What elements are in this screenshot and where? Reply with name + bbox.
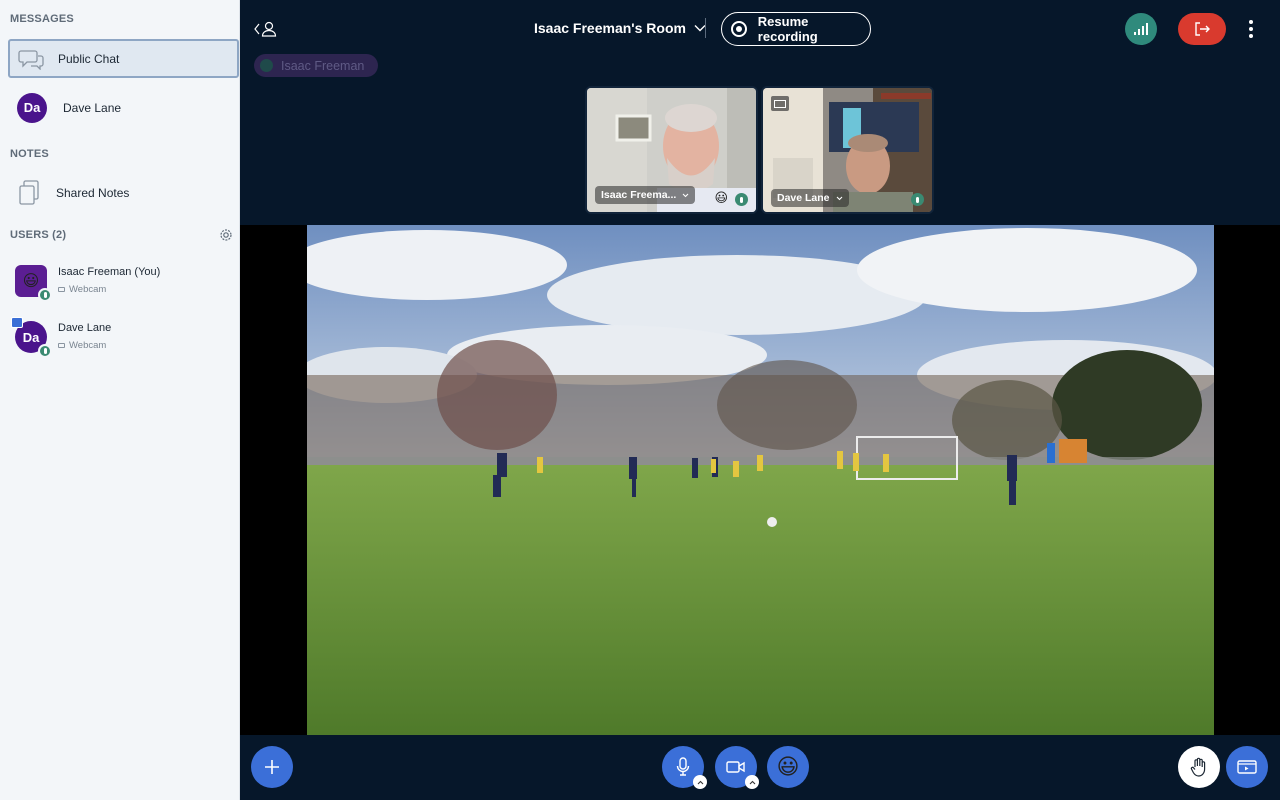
mic-icon bbox=[911, 193, 924, 206]
chevron-down-icon bbox=[682, 193, 689, 197]
user-item-isaac[interactable]: 😃 Isaac Freeman (You) Webcam bbox=[15, 265, 161, 302]
dot-icon bbox=[1249, 20, 1253, 24]
video-name-pill[interactable]: Isaac Freema... bbox=[595, 186, 696, 204]
user-name: Isaac Freeman (You) bbox=[58, 266, 161, 278]
sidebar: MESSAGES Public Chat Da Dave Lane NOTES … bbox=[0, 0, 240, 800]
signal-bar-icon bbox=[1142, 26, 1144, 35]
reactions-button[interactable]: 😃 bbox=[767, 746, 809, 788]
private-chat-label: Dave Lane bbox=[63, 100, 122, 115]
talking-indicator[interactable]: Isaac Freeman bbox=[254, 54, 378, 77]
public-chat-item[interactable]: Public Chat bbox=[8, 39, 239, 78]
room-title-text: Isaac Freeman's Room bbox=[534, 20, 686, 36]
soccer-field-image bbox=[307, 225, 1214, 735]
avatar-initials: Da bbox=[22, 329, 40, 345]
record-icon bbox=[731, 21, 747, 37]
avatar: Da bbox=[11, 317, 52, 358]
webcam-icon bbox=[58, 343, 65, 348]
user-status: Webcam bbox=[69, 284, 107, 295]
dot-icon bbox=[1249, 27, 1253, 31]
mic-icon bbox=[735, 193, 748, 206]
resume-recording-button[interactable]: Resume recording bbox=[721, 12, 871, 46]
chevron-up-icon bbox=[697, 780, 703, 784]
screenshare-view bbox=[307, 225, 1214, 735]
video-tile-isaac[interactable]: Isaac Freema... 😃 bbox=[585, 86, 758, 214]
leave-icon bbox=[1195, 22, 1210, 36]
video-name-pill[interactable]: Dave Lane bbox=[771, 189, 849, 207]
avatar: 😃 bbox=[15, 265, 52, 302]
video-name: Isaac Freema... bbox=[601, 189, 677, 201]
users-settings-gear-icon[interactable] bbox=[219, 228, 233, 247]
talking-mic-icon bbox=[260, 59, 273, 72]
dot-icon bbox=[1249, 34, 1253, 38]
avatar: Da bbox=[17, 92, 47, 123]
toggle-userlist-icon[interactable] bbox=[254, 20, 278, 43]
signal-bar-icon bbox=[1146, 23, 1148, 35]
video-camera-icon bbox=[726, 761, 745, 773]
public-chat-label: Public Chat bbox=[58, 51, 120, 66]
more-options-button[interactable] bbox=[1246, 15, 1256, 43]
messages-section-title: MESSAGES bbox=[10, 13, 74, 25]
user-item-dave[interactable]: Da Dave Lane Webcam bbox=[11, 317, 112, 358]
shared-notes-item[interactable]: Shared Notes bbox=[8, 173, 239, 212]
talking-name: Isaac Freeman bbox=[281, 58, 365, 73]
signal-bar-icon bbox=[1138, 29, 1140, 35]
leave-meeting-button[interactable] bbox=[1178, 13, 1226, 45]
top-bar: Isaac Freeman Isaac Freeman's Room Resum… bbox=[240, 0, 1280, 77]
chevron-up-icon bbox=[749, 780, 755, 784]
chat-icon bbox=[18, 46, 44, 72]
connection-status-button[interactable] bbox=[1125, 13, 1157, 45]
actions-plus-button[interactable] bbox=[251, 746, 293, 788]
raise-hand-button[interactable] bbox=[1178, 746, 1220, 788]
notes-section-title: NOTES bbox=[10, 148, 49, 160]
user-name: Dave Lane bbox=[58, 322, 112, 334]
user-status: Webcam bbox=[69, 340, 107, 351]
emoji-status: 😃 bbox=[714, 190, 728, 205]
presenter-icon bbox=[771, 96, 789, 111]
user-emoji-status: 😃 bbox=[22, 273, 40, 290]
video-options-caret[interactable] bbox=[745, 775, 759, 789]
shared-notes-label: Shared Notes bbox=[56, 185, 130, 200]
webcam-icon bbox=[58, 287, 65, 292]
signal-bar-icon bbox=[1134, 32, 1136, 35]
users-section-title: USERS (2) bbox=[10, 229, 67, 241]
mic-icon bbox=[38, 344, 52, 358]
mic-icon bbox=[38, 288, 52, 302]
presentation-icon bbox=[1237, 760, 1257, 774]
divider bbox=[705, 18, 706, 38]
record-label: Resume recording bbox=[757, 14, 818, 44]
video-name: Dave Lane bbox=[777, 192, 830, 204]
hand-icon bbox=[1190, 757, 1206, 777]
audio-options-caret[interactable] bbox=[693, 775, 707, 789]
room-title[interactable]: Isaac Freeman's Room bbox=[534, 20, 706, 36]
smiley-icon: 😃 bbox=[776, 754, 800, 779]
presenter-icon bbox=[11, 317, 23, 328]
notes-icon bbox=[16, 179, 42, 206]
microphone-icon bbox=[676, 757, 690, 776]
bottom-bar: 😃 bbox=[240, 735, 1280, 800]
video-tile-dave[interactable]: Dave Lane bbox=[761, 86, 934, 214]
screenshare-toggle-button[interactable] bbox=[1226, 746, 1268, 788]
private-chat-dave[interactable]: Da Dave Lane bbox=[8, 88, 239, 127]
chevron-down-icon bbox=[836, 196, 842, 200]
plus-icon bbox=[265, 760, 279, 774]
